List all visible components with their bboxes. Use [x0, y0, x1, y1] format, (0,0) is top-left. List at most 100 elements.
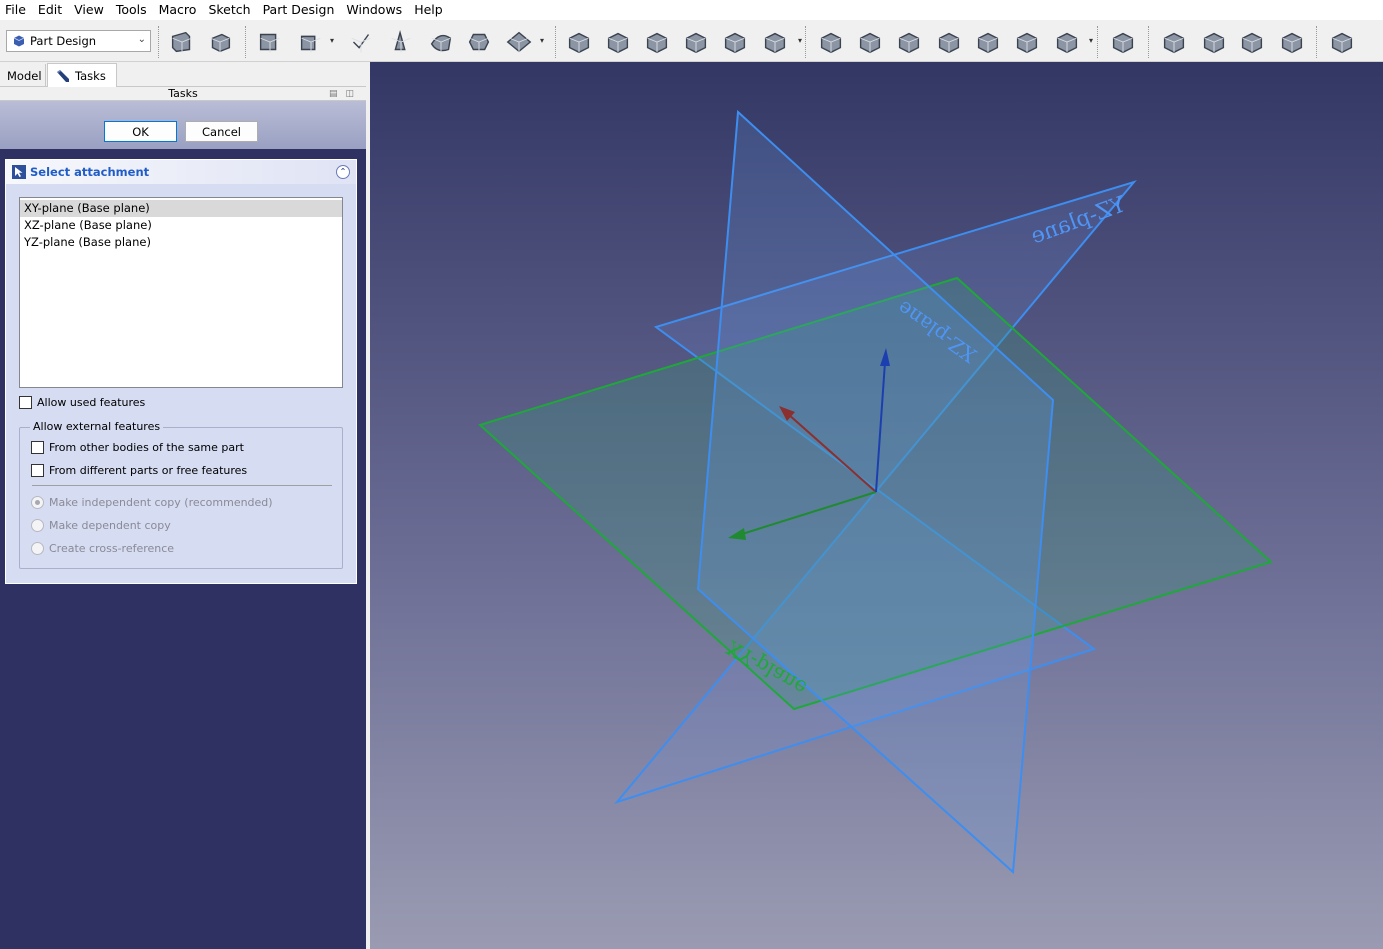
combo-tab-bar: Model Tasks — [0, 62, 366, 87]
from-different-parts-checkbox[interactable]: From different parts or free features — [31, 464, 247, 477]
menu-sketch[interactable]: Sketch — [203, 0, 257, 20]
workbench-selector[interactable]: Part Design ⌄ — [6, 30, 151, 52]
dependent-copy-radio[interactable]: Make dependent copy — [31, 519, 171, 532]
list-item[interactable]: YZ-plane (Base plane) — [20, 234, 342, 251]
collapse-icon[interactable]: ⌃ — [336, 165, 350, 179]
subtractive-loft-button[interactable] — [933, 26, 965, 58]
additive-loft-button[interactable] — [641, 26, 673, 58]
tab-model[interactable]: Model — [0, 64, 46, 87]
mirrored-icon — [1331, 32, 1353, 54]
task-button-area: OK Cancel — [0, 101, 366, 149]
sketch-button[interactable] — [254, 26, 286, 58]
dropdown-arrow-icon[interactable]: ▾ — [540, 36, 548, 46]
scene: YZ-plane XZ-plane XY-plane — [478, 109, 1273, 875]
attachment-list[interactable]: XY-plane (Base plane) XZ-plane (Base pla… — [19, 197, 343, 388]
attach-sketch-icon — [300, 35, 321, 53]
validate-sketch-button[interactable] — [345, 26, 377, 58]
menu-tools[interactable]: Tools — [111, 0, 154, 20]
menu-bar: File Edit View Tools Macro Sketch Part D… — [0, 0, 1383, 20]
radio-dot[interactable] — [31, 519, 44, 532]
dropdown-arrow-icon[interactable]: ▾ — [1089, 36, 1097, 46]
additive-pipe-button[interactable] — [680, 26, 712, 58]
thickness-button[interactable] — [1276, 26, 1308, 58]
from-other-bodies-checkbox[interactable]: From other bodies of the same part — [31, 441, 244, 454]
ok-button[interactable]: OK — [104, 121, 177, 142]
tab-tasks[interactable]: Tasks — [47, 63, 117, 87]
tasks-header-title: Tasks — [168, 87, 198, 100]
cancel-button[interactable]: Cancel — [185, 121, 258, 142]
mirrored-button[interactable] — [1326, 26, 1358, 58]
additive-helix-button[interactable] — [719, 26, 751, 58]
part-icon — [171, 31, 192, 53]
from-different-parts-label: From different parts or free features — [49, 464, 248, 477]
pad-icon — [568, 32, 590, 54]
revolution-icon — [607, 32, 629, 54]
shape-binder-button[interactable] — [425, 26, 457, 58]
menu-macro[interactable]: Macro — [154, 0, 204, 20]
checkbox-box[interactable] — [31, 464, 44, 477]
fillet-button[interactable] — [1158, 26, 1190, 58]
additive-loft-icon — [646, 32, 668, 54]
point-button[interactable] — [385, 26, 417, 58]
tab-tasks-label: Tasks — [75, 68, 106, 83]
part-button[interactable] — [166, 26, 198, 58]
additive-box-button[interactable] — [759, 26, 791, 58]
part-design-icon — [13, 35, 25, 47]
datum-plane-button[interactable] — [503, 26, 535, 58]
subtractive-box-button[interactable] — [1051, 26, 1083, 58]
additive-pipe-icon — [685, 32, 707, 54]
toolbar-separator — [1316, 26, 1318, 58]
menu-edit[interactable]: Edit — [33, 0, 69, 20]
radio-dot[interactable] — [31, 542, 44, 555]
hole-button[interactable] — [854, 26, 886, 58]
clone-icon — [468, 33, 490, 53]
revolution-button[interactable] — [602, 26, 634, 58]
pad-button[interactable] — [563, 26, 595, 58]
select-attachment-title: Select attachment — [30, 165, 150, 179]
toolbar-separator — [1097, 26, 1099, 58]
3d-viewport[interactable]: YZ-plane XZ-plane XY-plane — [370, 62, 1383, 949]
tab-model-label: Model — [7, 68, 42, 83]
toolbar-separator — [158, 26, 160, 58]
independent-copy-radio[interactable]: Make independent copy (recommended) — [31, 496, 273, 509]
body-icon — [210, 33, 231, 53]
toolbar-separator — [555, 26, 557, 58]
point-icon — [391, 29, 411, 53]
dock-buttons[interactable]: ▤◫ — [329, 87, 362, 101]
body-button[interactable] — [204, 26, 236, 58]
checkbox-box[interactable] — [31, 441, 44, 454]
workbench-label: Part Design — [30, 34, 97, 48]
allow-used-features-label: Allow used features — [37, 396, 146, 409]
dropdown-arrow-icon[interactable]: ▾ — [330, 36, 338, 46]
subtractive-box-icon — [1056, 32, 1078, 54]
allow-used-features-checkbox[interactable]: Allow used features — [19, 396, 145, 409]
additive-helix-icon — [724, 32, 746, 54]
boolean-button[interactable] — [1107, 26, 1139, 58]
fillet-icon — [1163, 32, 1185, 54]
toolbar-separator — [1148, 26, 1150, 58]
list-item[interactable]: XY-plane (Base plane) — [20, 200, 342, 217]
subtractive-helix-button[interactable] — [1011, 26, 1043, 58]
subtractive-pipe-button[interactable] — [972, 26, 1004, 58]
pocket-button[interactable] — [815, 26, 847, 58]
menu-windows[interactable]: Windows — [341, 0, 409, 20]
validate-sketch-icon — [351, 34, 371, 53]
chamfer-button[interactable] — [1198, 26, 1230, 58]
menu-view[interactable]: View — [69, 0, 111, 20]
list-item[interactable]: XZ-plane (Base plane) — [20, 217, 342, 234]
cross-reference-radio[interactable]: Create cross-reference — [31, 542, 174, 555]
menu-part-design[interactable]: Part Design — [258, 0, 342, 20]
attach-sketch-button[interactable] — [295, 26, 327, 58]
draft-button[interactable] — [1236, 26, 1268, 58]
menu-help[interactable]: Help — [409, 0, 450, 20]
toolbar: Part Design ⌄ ▾ ▾ ▾ ▾ — [0, 20, 1383, 62]
subtractive-loft-icon — [938, 32, 960, 54]
checkbox-box[interactable] — [19, 396, 32, 409]
groove-button[interactable] — [893, 26, 925, 58]
radio-dot[interactable] — [31, 496, 44, 509]
menu-file[interactable]: File — [0, 0, 33, 20]
clone-button[interactable] — [463, 26, 495, 58]
shape-binder-icon — [430, 34, 452, 53]
cursor-select-icon — [12, 165, 26, 179]
independent-copy-label: Make independent copy (recommended) — [49, 496, 273, 509]
